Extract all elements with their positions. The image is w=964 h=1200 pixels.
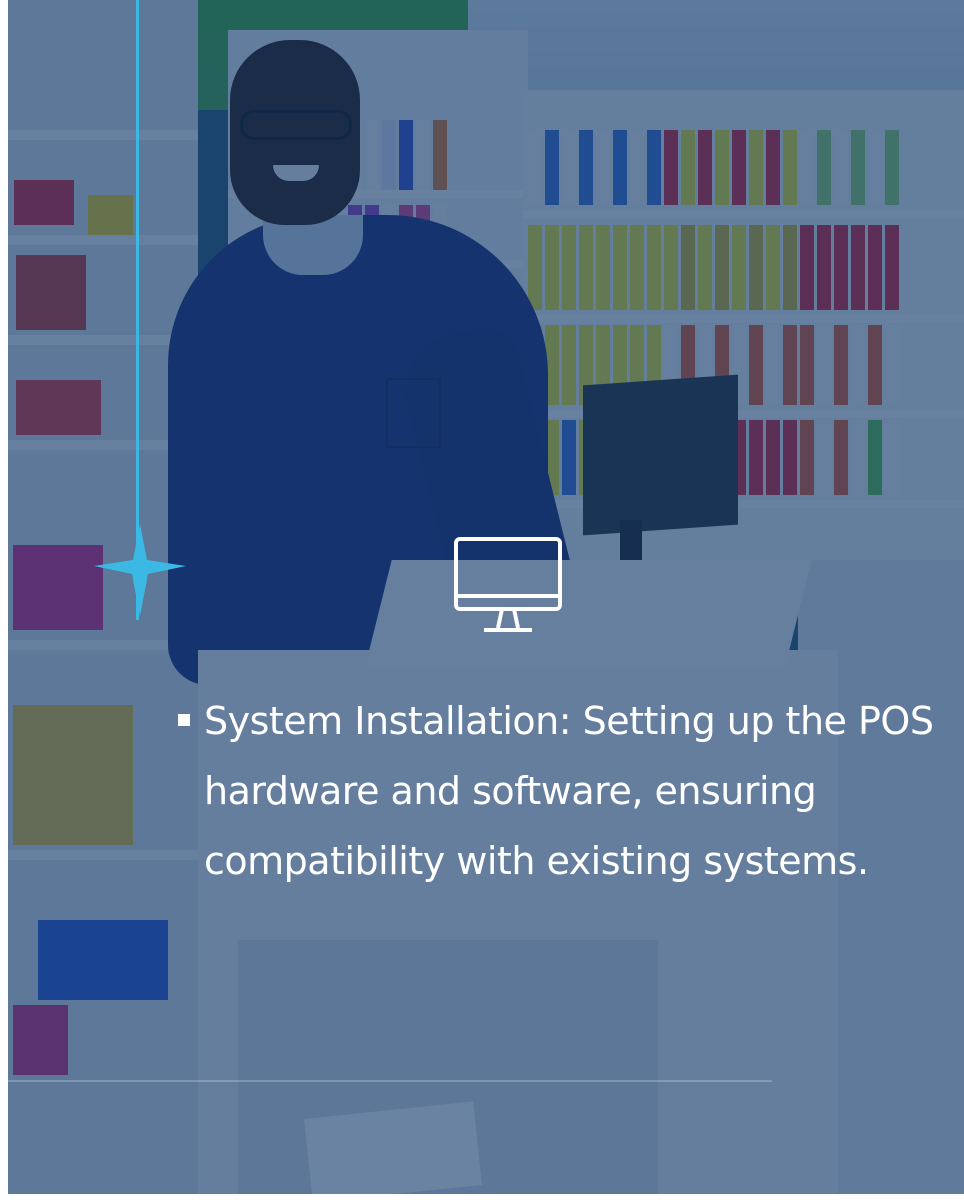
service-card: System Installation: Setting up the POS … (8, 0, 964, 1194)
feature-list: System Installation: Setting up the POS … (178, 686, 958, 896)
monitor-icon (454, 537, 562, 632)
bullet-square-icon (178, 714, 190, 726)
list-item: System Installation: Setting up the POS … (178, 686, 958, 896)
decorative-line (136, 0, 139, 548)
sparkle-star-icon (94, 524, 186, 616)
divider (8, 1080, 772, 1082)
list-item-text: System Installation: Setting up the POS … (204, 699, 934, 883)
